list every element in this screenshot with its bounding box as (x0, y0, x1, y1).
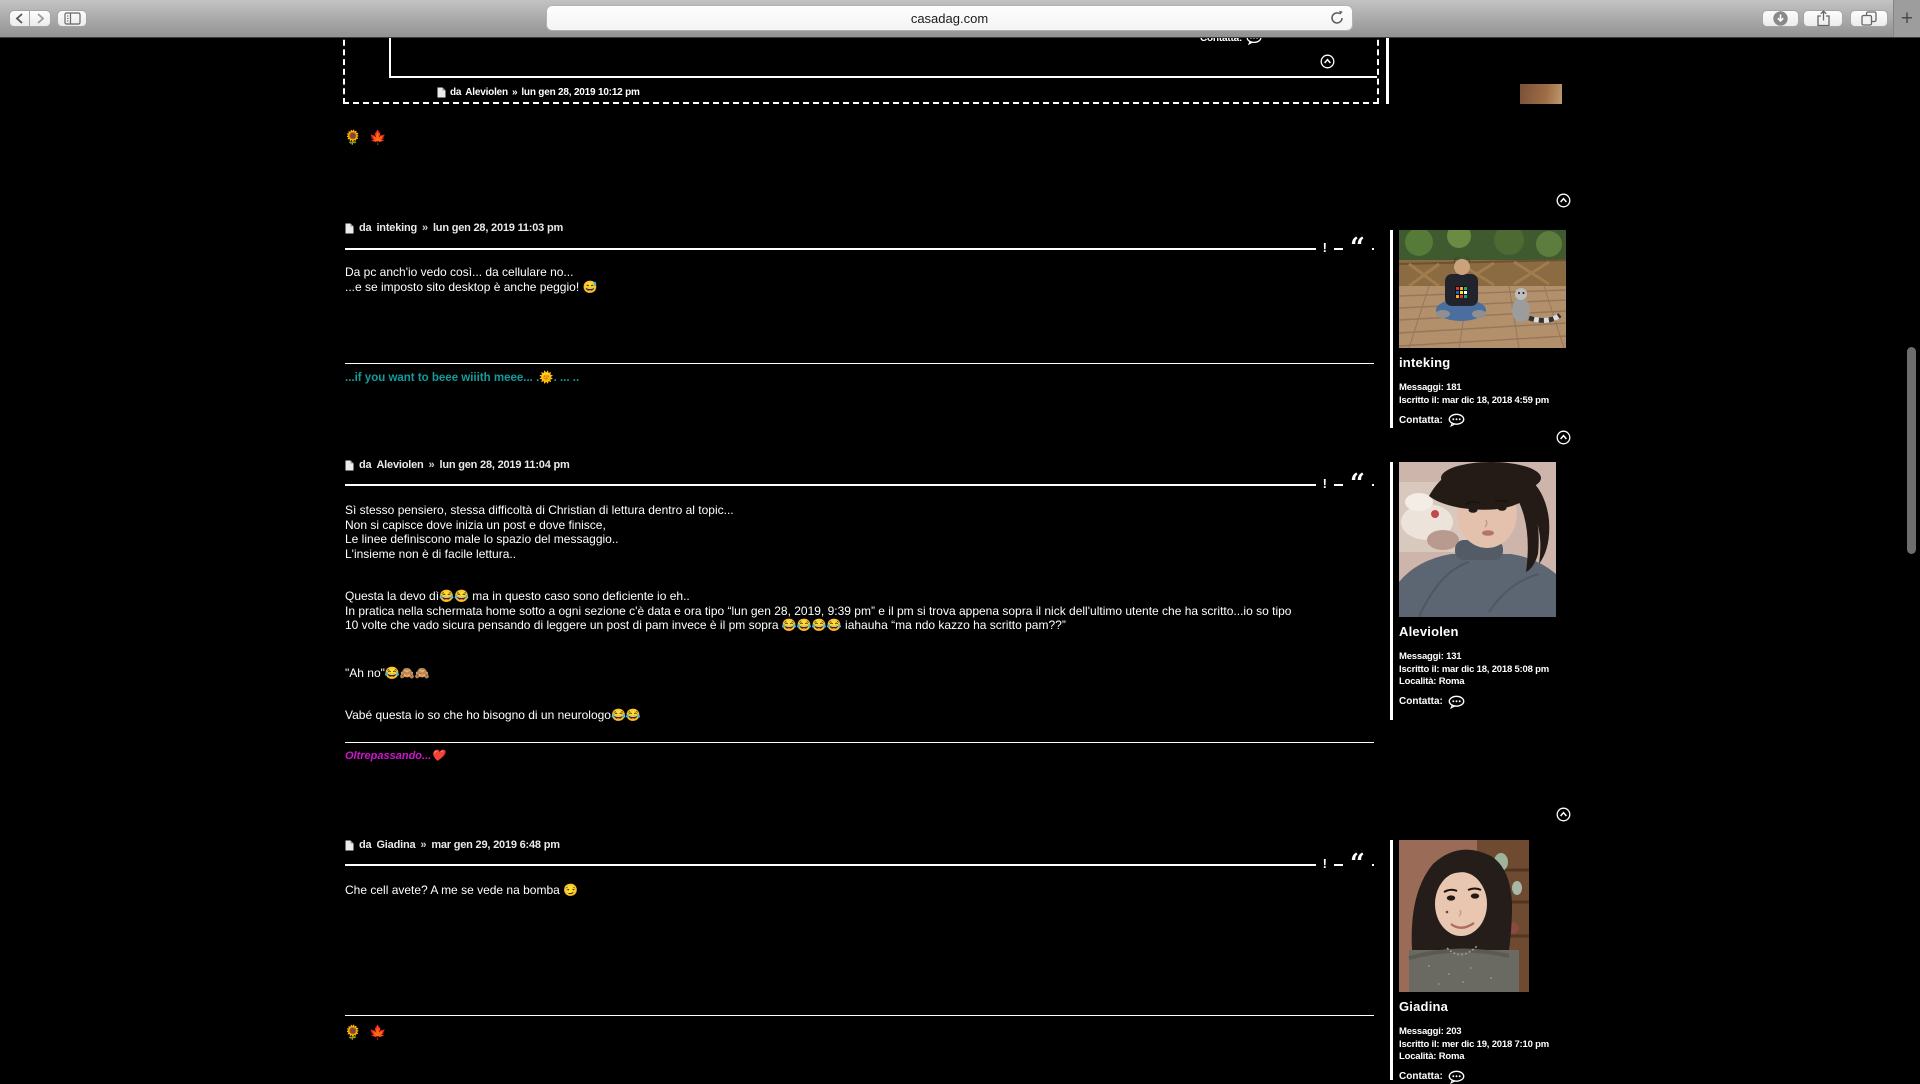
post-header: da inteking » lun gen 28, 2019 11:03 pm (345, 222, 1374, 234)
post-date: lun gen 28, 2019 11:03 pm (433, 222, 563, 234)
post-header: da Aleviolen » lun gen 28, 2019 11:04 pm (345, 459, 1374, 471)
back-to-top-icon[interactable] (1556, 807, 1571, 822)
post-author-link[interactable]: inteking (376, 222, 417, 234)
profile-username: inteking (1399, 355, 1572, 370)
chat-bubble-icon[interactable] (1448, 1070, 1465, 1084)
post-body: "Ah no"😂🙈🙈 (345, 666, 1445, 681)
avatar[interactable] (1399, 230, 1566, 348)
post-author-link[interactable]: Giadina (376, 839, 415, 851)
downloads-button[interactable] (1762, 10, 1799, 27)
post-signature: Oltrepassando...❤️ (345, 749, 445, 762)
post-header-rule: ! “ (345, 864, 1374, 866)
post-body: Questa la devo dì😂😂 ma in questo caso so… (345, 589, 1445, 633)
attachment-image[interactable]: Contatta: da Aleviolen » lun gen 28, 201… (343, 30, 1379, 104)
back-to-top-icon[interactable] (1556, 430, 1571, 445)
refresh-icon[interactable] (1329, 10, 1345, 26)
profile-username: Giadina (1399, 999, 1572, 1014)
share-icon (1816, 10, 1831, 27)
profile-contatta: Contatta: (1399, 413, 1572, 427)
browser-toolbar: casadag.com + (0, 0, 1920, 38)
post-profile: Aleviolen Messaggi: 131 Iscritto il: mar… (1390, 462, 1572, 720)
signature-emoji-row: 🌻 🍁 (344, 1024, 389, 1041)
profile-username: Aleviolen (1399, 624, 1572, 639)
profile-contatta: Contatta: (1399, 1070, 1572, 1084)
document-icon (345, 223, 354, 234)
embedded-top-icon (1320, 54, 1335, 69)
sidebar-toggle-button[interactable] (57, 10, 87, 27)
signature-divider (345, 742, 1374, 743)
post-body: Che cell avete? A me se vede na bomba 😏 (345, 883, 1445, 898)
url-text: casadag.com (911, 11, 988, 26)
forward-button[interactable] (30, 10, 51, 27)
chat-bubble-icon[interactable] (1448, 413, 1465, 427)
post-header: da Giadina » mar gen 29, 2019 6:48 pm (345, 839, 1374, 851)
profile-contatta: Contatta: (1399, 695, 1572, 709)
plus-icon: + (1901, 7, 1913, 31)
scrollbar-thumb[interactable] (1907, 347, 1916, 554)
quote-post-icon[interactable]: “ (1343, 240, 1372, 256)
post-signature: ...if you want to beee wiiith meee... .🌞… (345, 370, 579, 384)
post-author-link[interactable]: Aleviolen (376, 459, 423, 471)
post-header-rule: ! “ (345, 484, 1374, 486)
post-date: mar gen 29, 2019 6:48 pm (431, 839, 560, 851)
tabs-icon (1861, 11, 1877, 26)
tab-overview-button[interactable] (1850, 10, 1888, 27)
sidebar-icon (64, 12, 81, 25)
header-separator: » (429, 459, 435, 471)
profile-stats: Messaggi: 203 Iscritto il: mer dic 19, 2… (1399, 1026, 1572, 1064)
quote-post-icon[interactable]: “ (1343, 856, 1372, 872)
document-icon (345, 840, 354, 851)
download-icon (1772, 10, 1789, 27)
post-body: Da pc anch'io vedo così... da cellulare … (345, 265, 1445, 294)
header-prefix: da (359, 222, 371, 234)
avatar[interactable] (1399, 840, 1529, 992)
report-post-icon[interactable]: ! (1316, 856, 1334, 871)
report-post-icon[interactable]: ! (1316, 240, 1334, 255)
document-icon (437, 87, 446, 98)
post-body: Vabé questa io so che ho bisogno di un n… (345, 708, 1445, 723)
back-button[interactable] (9, 10, 30, 27)
profile-stats: Messaggi: 131 Iscritto il: mar dic 18, 2… (1399, 651, 1572, 689)
signature-divider (345, 1015, 1374, 1016)
new-tab-button[interactable]: + (1893, 0, 1920, 37)
back-to-top-icon[interactable] (1556, 193, 1571, 208)
address-bar[interactable]: casadag.com (546, 5, 1353, 31)
avatar[interactable] (1399, 462, 1556, 617)
header-separator: » (420, 839, 426, 851)
signature-emoji-row: 🌻 🍁 (344, 129, 389, 146)
header-prefix: da (359, 459, 371, 471)
share-button[interactable] (1803, 10, 1843, 27)
post-profile: Giadina Messaggi: 203 Iscritto il: mer d… (1390, 840, 1572, 1080)
report-post-icon[interactable]: ! (1316, 476, 1334, 491)
post-profile: inteking Messaggi: 181 Iscritto il: mar … (1390, 230, 1572, 428)
quote-post-icon[interactable]: “ (1343, 476, 1372, 492)
document-icon (345, 460, 354, 471)
embedded-profile-divider (1386, 30, 1389, 104)
post-body: Sì stesso pensiero, stessa difficoltà di… (345, 503, 1445, 561)
signature-divider (345, 363, 1374, 364)
chevron-right-icon (36, 13, 45, 24)
chat-bubble-icon[interactable] (1448, 695, 1465, 709)
post-date: lun gen 28, 2019 11:04 pm (439, 459, 569, 471)
forum-page: Contatta: da Aleviolen » lun gen 28, 201… (0, 38, 1920, 1080)
post-header-rule: ! “ (345, 248, 1374, 250)
embedded-avatar-fragment (1520, 84, 1562, 104)
header-separator: » (422, 222, 428, 234)
chevron-left-icon (15, 13, 24, 24)
header-prefix: da (359, 839, 371, 851)
embedded-post-header: da Aleviolen » lun gen 28, 2019 10:12 pm (437, 87, 640, 98)
profile-stats: Messaggi: 181 Iscritto il: mar dic 18, 2… (1399, 382, 1572, 407)
